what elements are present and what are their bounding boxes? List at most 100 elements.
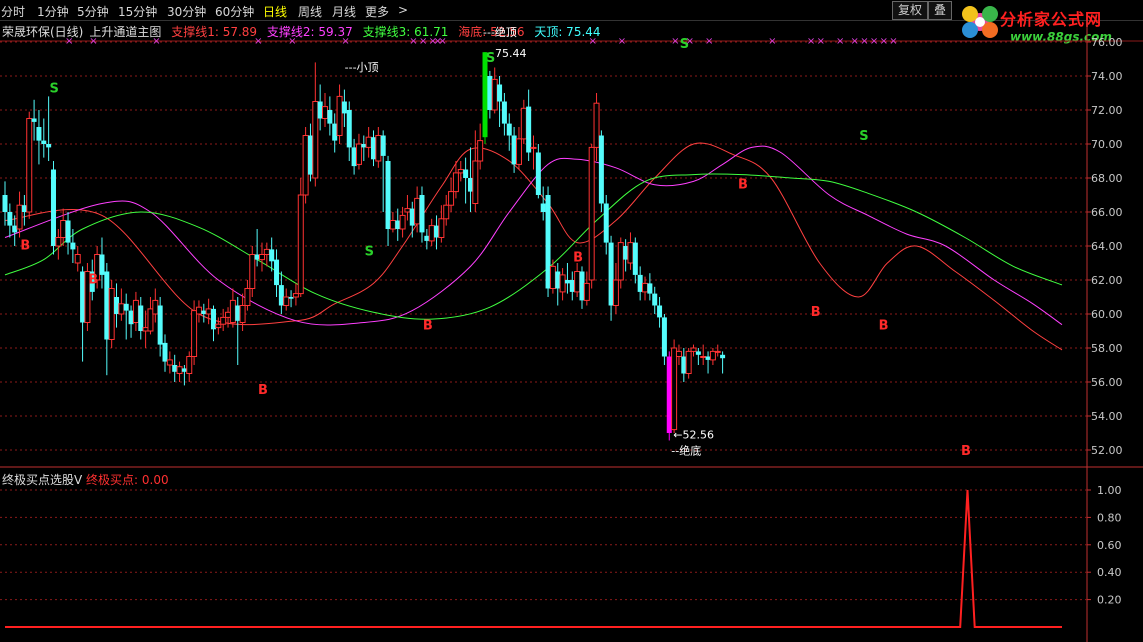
candle	[2, 181, 8, 226]
candle	[588, 144, 595, 289]
timeframe-tab-1[interactable]: 1分钟	[37, 3, 69, 20]
candle	[99, 237, 105, 289]
candle	[302, 127, 309, 204]
candle	[380, 130, 386, 212]
candle	[235, 297, 241, 365]
buy-signal: B	[879, 318, 889, 333]
axis-tick-label: 68.00	[1091, 172, 1123, 185]
candle	[661, 314, 667, 365]
support-lines	[4, 142, 1063, 351]
axis-tick-label: 56.00	[1091, 376, 1123, 389]
candle	[327, 96, 333, 136]
candle	[60, 208, 67, 246]
candle	[720, 351, 726, 374]
timeframe-tab-10[interactable]: >	[398, 3, 408, 17]
legend-support1: 支撑线1: 57.89	[171, 25, 258, 39]
candle	[515, 127, 522, 170]
candle-body	[132, 299, 139, 323]
candle-body	[443, 204, 450, 220]
timeframe-tab-0[interactable]: 分时	[1, 3, 25, 20]
support-line-1	[4, 142, 1063, 351]
candle-body	[419, 195, 425, 233]
candle-body	[375, 135, 382, 162]
timeframe-tab-2[interactable]: 5分钟	[77, 3, 109, 20]
candle	[501, 93, 507, 136]
candle-body	[647, 283, 653, 294]
candle-body	[463, 169, 469, 178]
legend-support2: 支撑线2: 59.37	[266, 25, 353, 39]
candle-body	[409, 208, 415, 226]
candle-body	[327, 110, 333, 124]
candle-body	[142, 327, 149, 332]
candle	[258, 242, 265, 272]
candle	[574, 263, 581, 297]
candle	[70, 229, 76, 263]
candle-body	[467, 178, 473, 192]
marker: ×	[705, 36, 713, 47]
candle	[487, 70, 493, 119]
candle	[128, 305, 134, 338]
timeframe-tab-5[interactable]: 60分钟	[215, 3, 254, 20]
stock-chart[interactable]: SBBBSBSBSBBSBB× × × × × × × × ××× × × × × × × × × × × × × × ×-…	[0, 0, 1143, 642]
candle-body	[549, 265, 556, 289]
candle-body	[491, 78, 498, 111]
timeframe-tab-8[interactable]: 月线	[332, 3, 356, 20]
marker: ×	[889, 36, 897, 47]
timeframe-tab-9[interactable]: 更多	[365, 3, 389, 20]
sub-axis-tick-label: 0.80	[1097, 511, 1122, 524]
logo-text: 分析家公式网	[1000, 10, 1103, 29]
candle-body	[283, 296, 290, 306]
buy-signal: B	[423, 318, 433, 333]
candle-body	[365, 136, 372, 148]
candle-body	[274, 259, 280, 286]
candle-body	[695, 351, 701, 355]
candle-body	[661, 317, 667, 357]
candle	[152, 288, 159, 323]
candle	[671, 339, 678, 433]
marker: ×	[860, 36, 868, 47]
candle	[191, 300, 198, 365]
candle	[205, 298, 212, 325]
timeframe-tab-7[interactable]: 周线	[298, 3, 322, 20]
timeframe-tab-4[interactable]: 30分钟	[167, 3, 206, 20]
sub-chart-legend: 终极买点选股V 终极买点: 0.00	[2, 471, 169, 488]
legend-skytop: 天顶: 75.44	[534, 25, 601, 39]
sell-signal: S	[365, 245, 374, 260]
candle	[94, 246, 101, 289]
candle	[355, 133, 362, 170]
candle	[104, 263, 110, 376]
candle	[322, 93, 329, 127]
candle-body	[278, 285, 284, 306]
marker: ×	[807, 36, 815, 47]
candle	[681, 348, 687, 382]
candle	[317, 84, 323, 131]
candle	[555, 263, 561, 306]
bottom-value-label: ←52.56	[673, 428, 714, 441]
timeframe-tab-3[interactable]: 15分钟	[118, 3, 157, 20]
candle-body	[448, 191, 455, 206]
candle	[603, 195, 609, 255]
candle	[341, 89, 347, 127]
candle	[263, 242, 270, 267]
buy-point-panel: 0.20 0.40 0.60 0.80 1.00	[0, 484, 1122, 628]
candle	[186, 351, 193, 382]
buy-signal: B	[811, 305, 821, 320]
candle-body	[249, 254, 256, 289]
candle-body	[220, 316, 227, 325]
candle	[84, 263, 91, 331]
buy-signal: B	[573, 250, 583, 265]
marker: ×	[836, 36, 844, 47]
candle	[472, 130, 479, 212]
candle-body	[497, 84, 503, 102]
timeframe-tab-6[interactable]: 日线	[263, 3, 287, 20]
candle	[414, 186, 421, 233]
candle	[46, 96, 52, 161]
candle	[540, 186, 546, 221]
candle-body	[652, 293, 658, 306]
candle-body	[675, 350, 682, 357]
sub-axis-tick-label: 0.20	[1097, 594, 1122, 607]
fuquan-button[interactable]: 复权	[892, 1, 929, 20]
axis-tick-label: 74.00	[1091, 70, 1123, 83]
candle	[162, 334, 168, 372]
candle	[491, 67, 498, 114]
